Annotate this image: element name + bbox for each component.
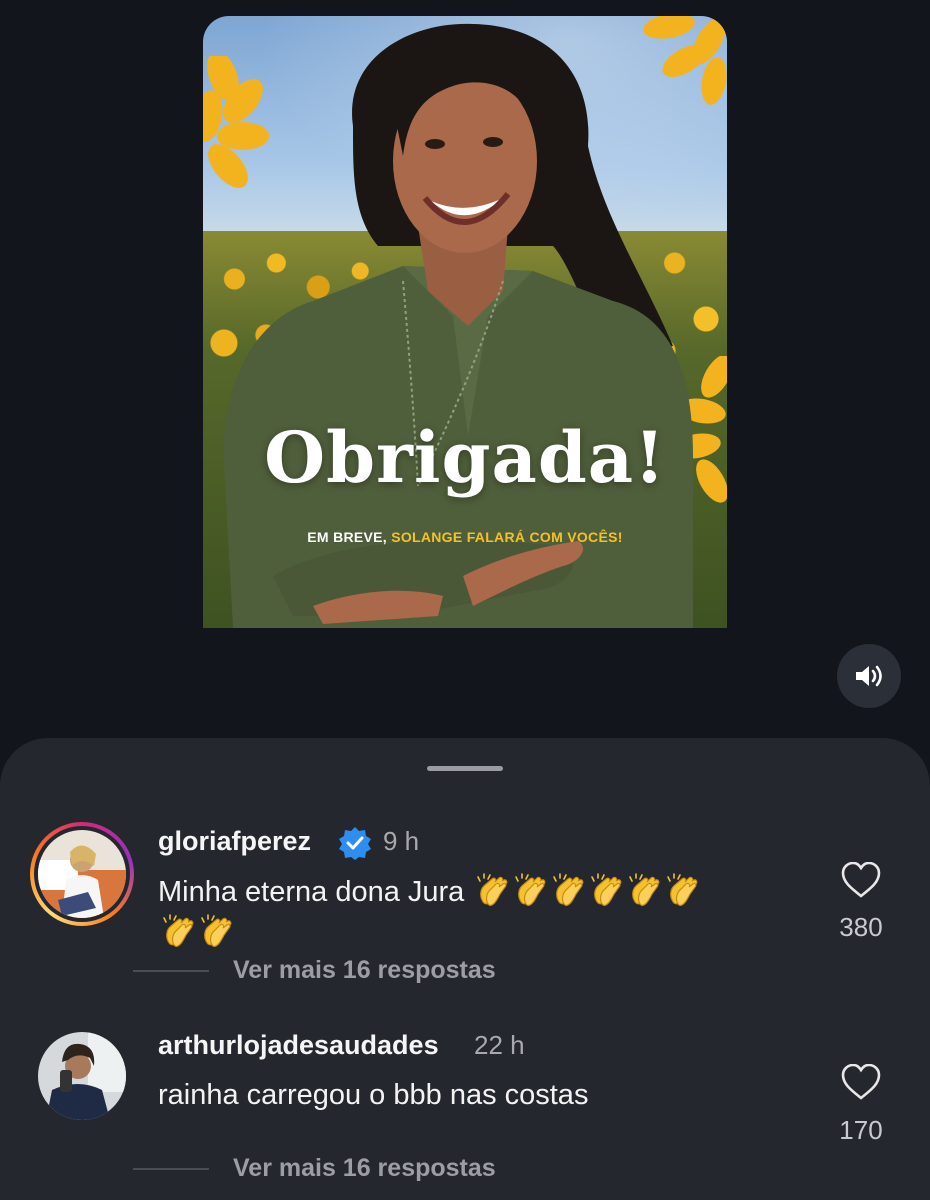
like-count: 380 bbox=[839, 912, 883, 942]
comments-sheet: gloriafperez 9 h Minha eterna dona Jura … bbox=[0, 738, 930, 1200]
clapping-hands-icon bbox=[629, 873, 660, 906]
overlay-subtitle-highlight: SOLANGE FALARÁ COM VOCÊS! bbox=[391, 529, 623, 545]
view-replies-button[interactable]: Ver mais 16 respostas bbox=[233, 956, 496, 985]
view-replies-button[interactable]: Ver mais 16 respostas bbox=[233, 1154, 496, 1183]
clapping-hands-icon bbox=[201, 914, 232, 947]
comment-text-content: Minha eterna dona Jura bbox=[158, 876, 465, 908]
clapping-hands-icon bbox=[553, 873, 584, 906]
sheet-drag-handle[interactable] bbox=[427, 766, 503, 771]
clapping-emoji-row bbox=[472, 873, 700, 908]
avatar[interactable] bbox=[38, 1032, 126, 1120]
clapping-emoji-row-2 bbox=[158, 914, 234, 948]
clapping-hands-icon bbox=[163, 914, 194, 947]
audio-toggle-button[interactable] bbox=[837, 644, 901, 708]
avatar bbox=[38, 830, 126, 918]
story-ring[interactable] bbox=[30, 822, 134, 926]
verified-badge-icon bbox=[339, 827, 371, 860]
overlay-subtitle-prefix: EM BREVE, bbox=[307, 529, 392, 545]
clapping-hands-icon bbox=[667, 873, 698, 906]
comment-time: 9 h bbox=[383, 826, 420, 856]
like-count: 170 bbox=[839, 1115, 883, 1145]
replies-divider bbox=[133, 1168, 209, 1170]
avatar-inner bbox=[34, 826, 130, 922]
heart-icon[interactable] bbox=[841, 1064, 881, 1100]
comment-username[interactable]: gloriafperez bbox=[158, 826, 311, 857]
comment-text: rainha carregou o bbb nas costas bbox=[158, 1079, 589, 1111]
replies-divider bbox=[133, 970, 209, 972]
heart-icon[interactable] bbox=[841, 862, 881, 898]
clapping-hands-icon bbox=[477, 873, 508, 906]
post-image[interactable]: Obrigada! EM BREVE, SOLANGE FALARÁ COM V… bbox=[203, 16, 727, 628]
post-overlay-subtitle: EM BREVE, SOLANGE FALARÁ COM VOCÊS! bbox=[203, 529, 727, 545]
post-overlay-title: Obrigada! bbox=[264, 416, 666, 499]
speaker-icon bbox=[856, 665, 882, 687]
clapping-hands-icon bbox=[515, 873, 546, 906]
comment-time: 22 h bbox=[474, 1030, 525, 1060]
comment-text: Minha eterna dona Jura bbox=[158, 872, 798, 912]
clapping-hands-icon bbox=[591, 873, 622, 906]
comment-username[interactable]: arthurlojadesaudades bbox=[158, 1030, 439, 1061]
